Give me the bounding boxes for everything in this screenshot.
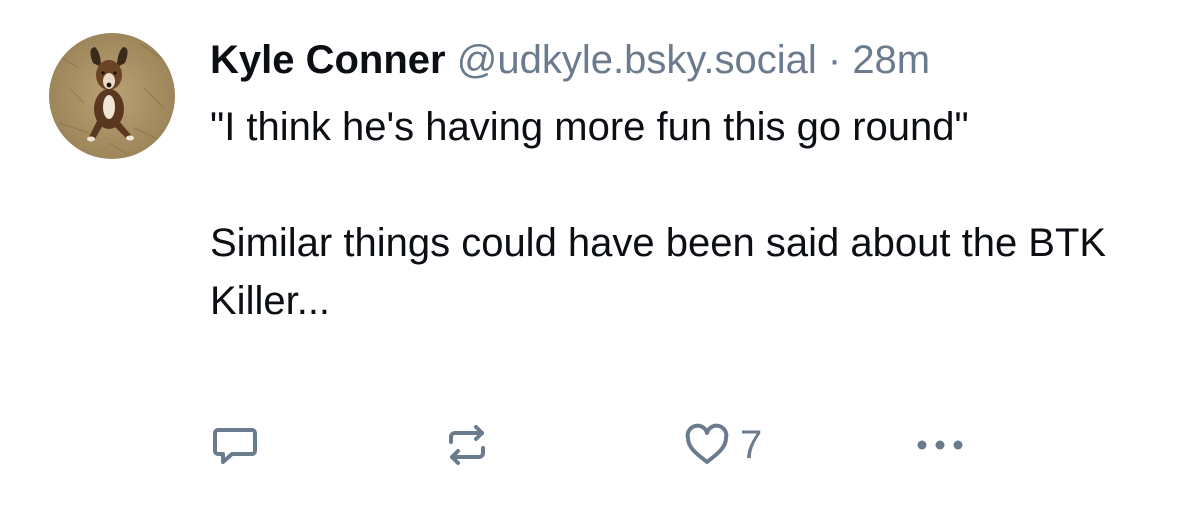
- author-name[interactable]: Kyle Conner: [210, 38, 446, 82]
- post-text: "I think he's having more fun this go ro…: [210, 98, 1150, 330]
- post-text-line: "I think he's having more fun this go ro…: [210, 105, 969, 149]
- like-count: 7: [740, 423, 763, 467]
- post-text-line: Similar things could have been said abou…: [210, 221, 1107, 323]
- post-card[interactable]: Kyle Conner @udkyle.bsky.social · 28m "I…: [0, 0, 1179, 505]
- reply-button[interactable]: [210, 420, 260, 470]
- post-content: Kyle Conner @udkyle.bsky.social · 28m "I…: [210, 28, 1150, 330]
- post-timestamp[interactable]: 28m: [852, 38, 930, 82]
- author-handle[interactable]: @udkyle.bsky.social: [457, 38, 817, 82]
- speech-bubble-icon: [213, 428, 257, 464]
- post-header: Kyle Conner @udkyle.bsky.social · 28m: [210, 28, 1150, 92]
- repost-button[interactable]: [442, 420, 492, 470]
- heart-icon: [685, 423, 729, 464]
- like-button[interactable]: 7: [682, 420, 762, 470]
- dog-photo-avatar-icon: [49, 33, 175, 159]
- more-dots-icon: [917, 440, 963, 450]
- separator-dot: ·: [827, 38, 842, 82]
- more-options-button[interactable]: [910, 420, 970, 470]
- post-actions: 7: [210, 420, 1010, 470]
- avatar[interactable]: [49, 33, 175, 159]
- repost-arrows-icon: [449, 425, 485, 465]
